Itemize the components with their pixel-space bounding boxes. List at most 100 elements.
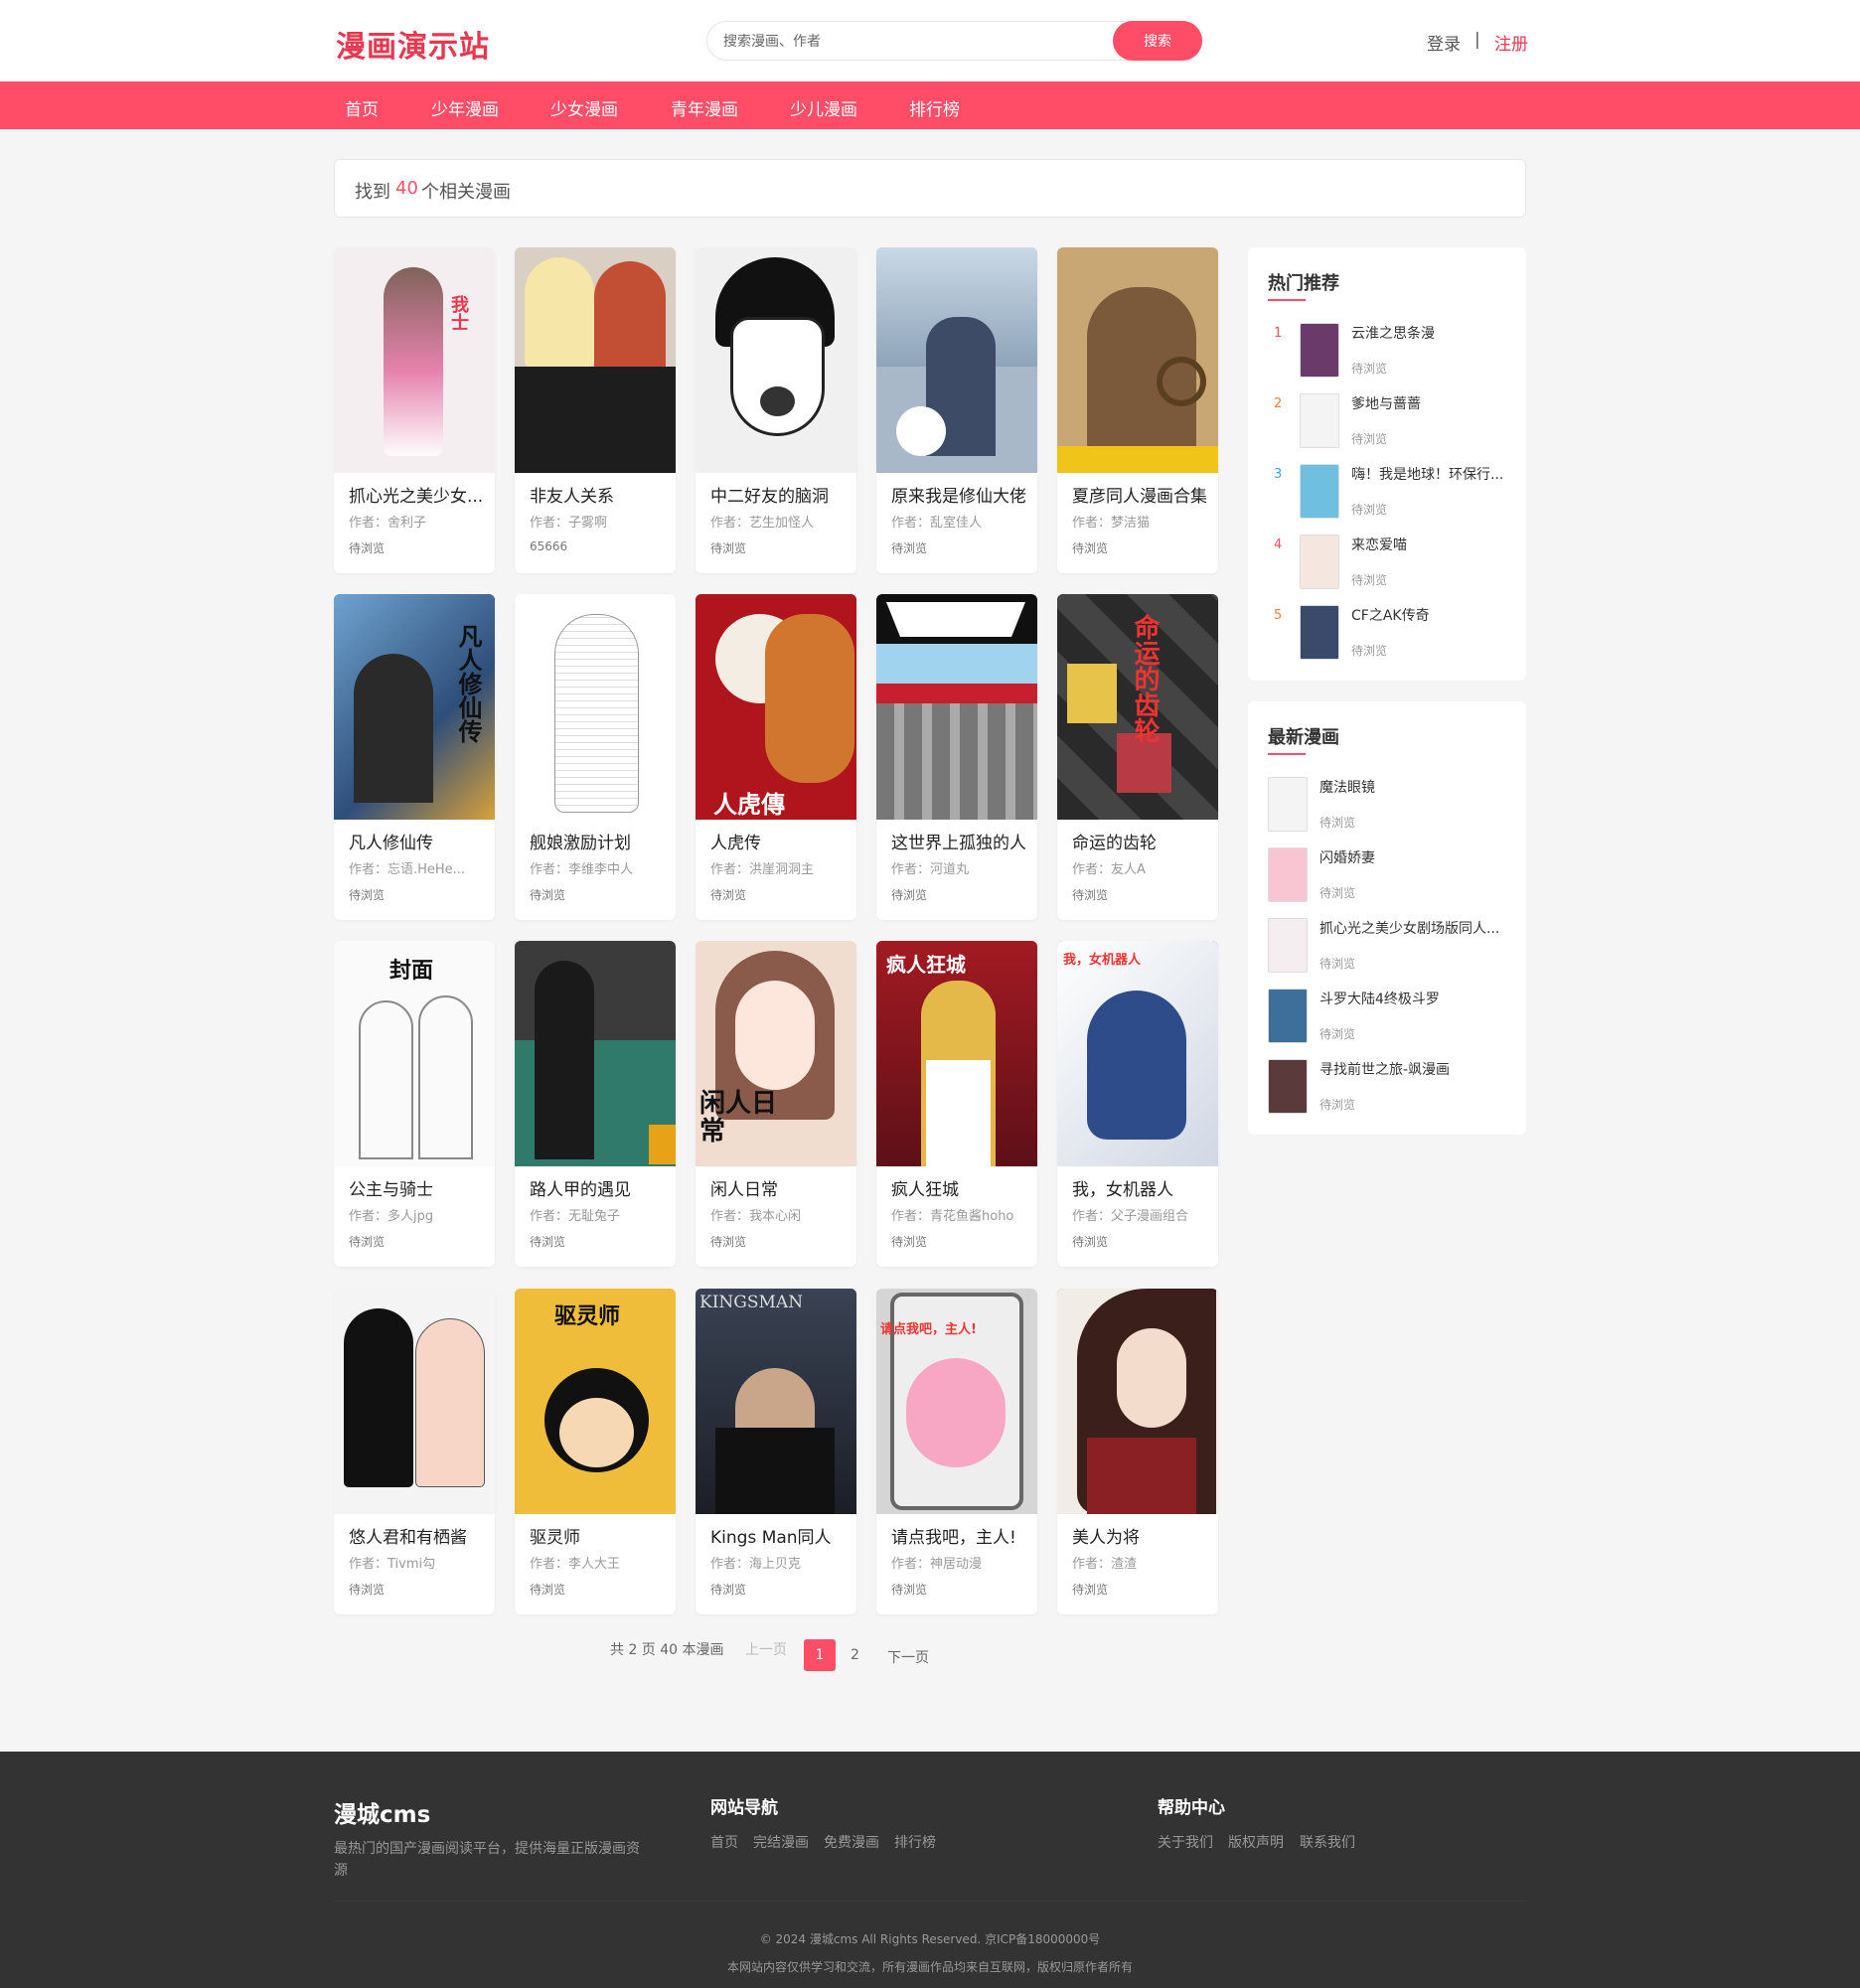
hot-item-name[interactable]: 嗨！我是地球！环保行... xyxy=(1351,464,1510,484)
hot-thumb[interactable] xyxy=(1300,535,1339,589)
comic-title[interactable]: 驱灵师 xyxy=(530,1523,669,1548)
pager-current-page[interactable]: 1 xyxy=(804,1639,836,1671)
comic-card[interactable]: 夏彦同人漫画合集 作者：梦洁猫 待浏览 xyxy=(1057,247,1218,573)
comic-card[interactable]: 路人甲的遇见 作者：无耻兔子 待浏览 xyxy=(515,941,676,1267)
latest-thumb[interactable] xyxy=(1268,1059,1308,1114)
site-logo[interactable]: 漫画演示站 xyxy=(336,22,490,66)
hot-thumb[interactable] xyxy=(1300,605,1339,660)
latest-item-name[interactable]: 魔法眼镜 xyxy=(1319,777,1508,797)
comic-title[interactable]: 这世界上孤独的人 xyxy=(891,829,1030,853)
comic-cover[interactable]: 凡人修仙传 xyxy=(334,594,495,820)
comic-card[interactable]: 舰娘激励计划 作者：李维李中人 待浏览 xyxy=(515,594,676,920)
comic-card[interactable]: 凡人修仙传 凡人修仙传 作者：忘语.HeHe... 待浏览 xyxy=(334,594,495,920)
comic-cover[interactable]: 闲人日常 xyxy=(696,941,856,1166)
comic-cover[interactable]: 人虎傳 xyxy=(696,594,856,820)
comic-title[interactable]: 悠人君和有栖酱 xyxy=(349,1523,488,1548)
latest-item-name[interactable]: 斗罗大陆4终极斗罗 xyxy=(1319,989,1508,1008)
comic-card[interactable]: 命运的齿轮 命运的齿轮 作者：友人A 待浏览 xyxy=(1057,594,1218,920)
latest-item-name[interactable]: 寻找前世之旅-飒漫画 xyxy=(1319,1059,1508,1079)
comic-cover[interactable] xyxy=(515,594,676,820)
nav-item-seinen[interactable]: 青年漫画 xyxy=(671,95,738,120)
nav-item-home[interactable]: 首页 xyxy=(345,95,379,120)
footer-link-completed[interactable]: 完结漫画 xyxy=(753,1832,809,1852)
comic-title[interactable]: 路人甲的遇见 xyxy=(530,1175,669,1200)
comic-card[interactable]: 悠人君和有栖酱 作者：Tivmi勾 待浏览 xyxy=(334,1289,495,1614)
comic-cover[interactable] xyxy=(876,594,1037,820)
comic-cover[interactable]: KINGSMAN xyxy=(696,1289,856,1514)
comic-cover[interactable] xyxy=(1057,1289,1218,1514)
comic-title[interactable]: 我，女机器人 xyxy=(1072,1175,1211,1200)
comic-cover[interactable] xyxy=(515,247,676,473)
comic-card[interactable]: 封面 公主与骑士 作者：多人jpg 待浏览 xyxy=(334,941,495,1267)
footer-link-contact[interactable]: 联系我们 xyxy=(1300,1832,1355,1852)
comic-cover[interactable] xyxy=(696,247,856,473)
comic-title[interactable]: 非友人关系 xyxy=(530,482,669,507)
comic-title[interactable]: 命运的齿轮 xyxy=(1072,829,1211,853)
register-link[interactable]: 注册 xyxy=(1494,30,1528,55)
hot-item-name[interactable]: 爹地与蔷蔷 xyxy=(1351,393,1510,413)
nav-item-ranking[interactable]: 排行榜 xyxy=(909,95,960,120)
comic-cover[interactable]: 疯人狂城 xyxy=(876,941,1037,1166)
latest-thumb[interactable] xyxy=(1268,918,1308,973)
latest-thumb[interactable] xyxy=(1268,777,1308,832)
comic-cover[interactable] xyxy=(334,1289,495,1514)
comic-title[interactable]: 请点我吧，主人! xyxy=(891,1523,1030,1548)
comic-card[interactable]: 中二好友的脑洞 作者：艺生加怪人 待浏览 xyxy=(696,247,856,573)
comic-title[interactable]: 疯人狂城 xyxy=(891,1175,1030,1200)
comic-card[interactable]: 请点我吧，主人! 请点我吧，主人! 作者：神居动漫 待浏览 xyxy=(876,1289,1037,1614)
comic-cover[interactable]: 封面 xyxy=(334,941,495,1166)
footer-link-copyright[interactable]: 版权声明 xyxy=(1228,1832,1284,1852)
comic-title[interactable]: 美人为将 xyxy=(1072,1523,1211,1548)
latest-item-name[interactable]: 闪婚娇妻 xyxy=(1319,847,1508,867)
latest-item-name[interactable]: 抓心光之美少女剧场版同人... xyxy=(1319,918,1508,938)
pager-prev[interactable]: 上一页 xyxy=(745,1639,787,1659)
comic-title[interactable]: 中二好友的脑洞 xyxy=(710,482,850,507)
comic-cover[interactable]: 我士 xyxy=(334,247,495,473)
comic-title[interactable]: Kings Man同人 xyxy=(710,1523,850,1548)
footer-link-home[interactable]: 首页 xyxy=(710,1832,738,1852)
hot-item-name[interactable]: 来恋爱喵 xyxy=(1351,535,1510,554)
comic-card[interactable]: 人虎傳 人虎传 作者：洪崖洞洞主 待浏览 xyxy=(696,594,856,920)
comic-card[interactable]: 这世界上孤独的人 作者：河道丸 待浏览 xyxy=(876,594,1037,920)
hot-thumb[interactable] xyxy=(1300,464,1339,519)
comic-card[interactable]: KINGSMAN Kings Man同人 作者：海上贝克 待浏览 xyxy=(696,1289,856,1614)
search-button[interactable]: 搜索 xyxy=(1113,21,1202,61)
comic-cover[interactable] xyxy=(876,247,1037,473)
footer-link-ranking[interactable]: 排行榜 xyxy=(894,1832,936,1852)
nav-item-shoujo[interactable]: 少女漫画 xyxy=(550,95,618,120)
footer-link-free[interactable]: 免费漫画 xyxy=(824,1832,879,1852)
login-link[interactable]: 登录 xyxy=(1427,30,1461,55)
latest-thumb[interactable] xyxy=(1268,847,1308,902)
comic-title[interactable]: 公主与骑士 xyxy=(349,1175,488,1200)
comic-title[interactable]: 舰娘激励计划 xyxy=(530,829,669,853)
hot-item-name[interactable]: 云淮之思条漫 xyxy=(1351,323,1510,343)
comic-card[interactable]: 驱灵师 驱灵师 作者：李人大王 待浏览 xyxy=(515,1289,676,1614)
hot-thumb[interactable] xyxy=(1300,323,1339,378)
comic-cover[interactable]: 请点我吧，主人! xyxy=(876,1289,1037,1514)
hot-item-name[interactable]: CF之AK传奇 xyxy=(1351,605,1510,625)
comic-title[interactable]: 闲人日常 xyxy=(710,1175,850,1200)
comic-card[interactable]: 非友人关系 作者：子雾啊 65666 xyxy=(515,247,676,573)
nav-item-shonen[interactable]: 少年漫画 xyxy=(431,95,499,120)
comic-title[interactable]: 原来我是修仙大佬 xyxy=(891,482,1030,507)
comic-title[interactable]: 人虎传 xyxy=(710,829,850,853)
comic-card[interactable]: 闲人日常 闲人日常 作者：我本心闲 待浏览 xyxy=(696,941,856,1267)
comic-card[interactable]: 我，女机器人 我，女机器人 作者：父子漫画组合 待浏览 xyxy=(1057,941,1218,1267)
search-input[interactable] xyxy=(723,31,1101,53)
nav-item-kids[interactable]: 少儿漫画 xyxy=(790,95,857,120)
pager-next[interactable]: 下一页 xyxy=(887,1647,929,1667)
comic-card[interactable]: 原来我是修仙大佬 作者：乱室佳人 待浏览 xyxy=(876,247,1037,573)
comic-title[interactable]: 凡人修仙传 xyxy=(349,829,488,853)
hot-thumb[interactable] xyxy=(1300,393,1339,448)
comic-cover[interactable]: 驱灵师 xyxy=(515,1289,676,1514)
latest-thumb[interactable] xyxy=(1268,989,1308,1043)
comic-cover[interactable]: 命运的齿轮 xyxy=(1057,594,1218,820)
comic-cover[interactable]: 我，女机器人 xyxy=(1057,941,1218,1166)
footer-link-about[interactable]: 关于我们 xyxy=(1158,1832,1213,1852)
comic-cover[interactable] xyxy=(515,941,676,1166)
comic-card[interactable]: 我士 抓心光之美少女... 作者：舍利子 待浏览 xyxy=(334,247,495,573)
comic-card[interactable]: 美人为将 作者：渣渣 待浏览 xyxy=(1057,1289,1218,1614)
comic-card[interactable]: 疯人狂城 疯人狂城 作者：青花鱼酱hoho 待浏览 xyxy=(876,941,1037,1267)
pager-page-2[interactable]: 2 xyxy=(851,1647,859,1663)
comic-cover[interactable] xyxy=(1057,247,1218,473)
